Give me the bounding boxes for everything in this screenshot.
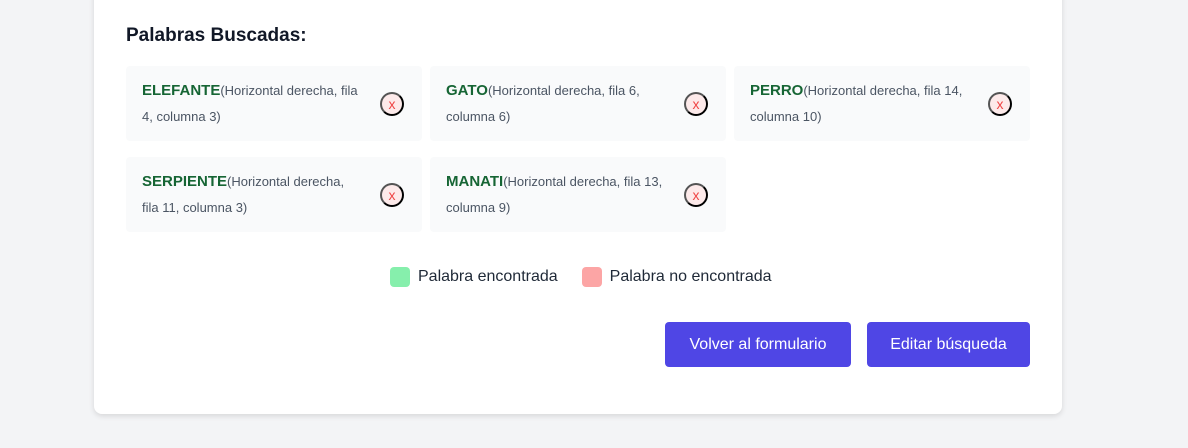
legend-found-label: Palabra encontrada [418, 268, 558, 285]
word-item: GATO(Horizontal derecha, fila 6, columna… [430, 66, 726, 141]
section-title: Palabras Buscadas: [126, 25, 307, 46]
word-name: MANATI [446, 173, 504, 190]
word-name: PERRO [750, 82, 804, 99]
back-to-form-button[interactable]: Volver al formulario [665, 322, 851, 367]
word-name: GATO [446, 82, 488, 99]
remove-word-button[interactable]: x [988, 91, 1012, 116]
legend-not-found-label: Palabra no encontrada [609, 268, 772, 285]
remove-word-button[interactable]: x [380, 182, 404, 207]
not-found-swatch [581, 267, 602, 287]
edit-search-button[interactable]: Editar búsqueda [867, 322, 1030, 367]
word-list: ELEFANTE(Horizontal derecha, fila 4, col… [126, 66, 1030, 232]
legend: Palabra encontrada Palabra no encontrada [390, 267, 796, 287]
word-name: ELEFANTE [142, 82, 221, 99]
word-name: SERPIENTE [142, 173, 228, 190]
word-item: PERRO(Horizontal derecha, fila 14, colum… [734, 66, 1030, 141]
remove-word-button[interactable]: x [684, 91, 708, 116]
found-swatch [390, 267, 410, 287]
remove-word-button[interactable]: x [380, 91, 404, 116]
word-item: ELEFANTE(Horizontal derecha, fila 4, col… [126, 66, 422, 141]
word-item: MANATI(Horizontal derecha, fila 13, colu… [430, 157, 726, 232]
word-item: SERPIENTE(Horizontal derecha, fila 11, c… [126, 157, 422, 232]
remove-word-button[interactable]: x [684, 182, 708, 207]
legend-not-found: Palabra no encontrada [581, 267, 772, 287]
legend-found: Palabra encontrada [390, 267, 558, 287]
